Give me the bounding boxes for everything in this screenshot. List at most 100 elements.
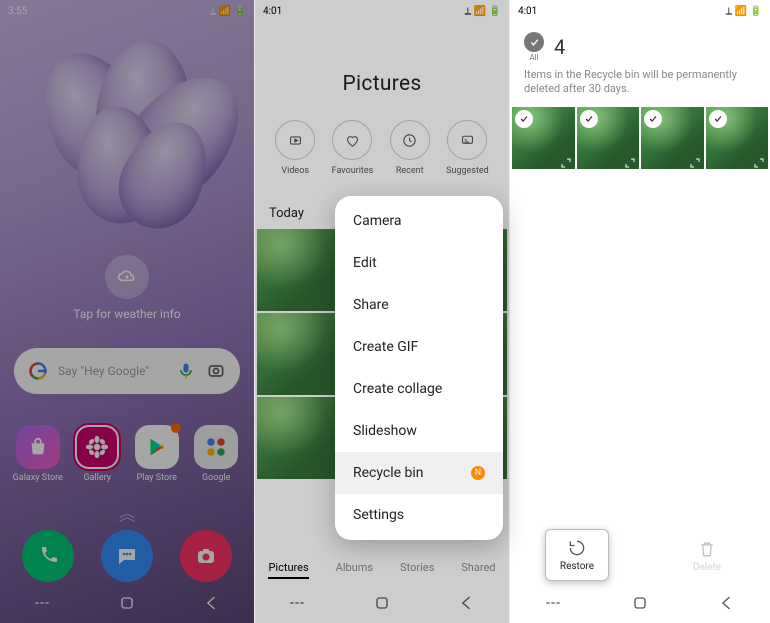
nav-recents[interactable] (543, 593, 563, 617)
weather-widget[interactable]: Tap for weather info (0, 255, 254, 321)
nav-back[interactable] (717, 593, 737, 617)
cloud-plus-icon (105, 255, 149, 299)
app-label: Gallery (83, 473, 111, 483)
nav-back[interactable] (457, 593, 477, 617)
app-galaxy-store[interactable]: Galaxy Store (10, 425, 66, 483)
nav-home[interactable] (630, 593, 650, 617)
check-icon (709, 110, 727, 128)
selected-thumbnails (510, 107, 770, 170)
bottom-tabs: Pictures Albums Stories Shared (255, 553, 509, 587)
category-videos[interactable]: Videos (275, 120, 315, 176)
photo-thumb[interactable] (257, 313, 339, 395)
action-bar: Restore Delete (510, 523, 770, 587)
photo-thumb[interactable] (512, 107, 575, 170)
dock-messages[interactable] (99, 530, 155, 582)
photo-thumb[interactable] (257, 397, 339, 479)
app-play-store[interactable]: Play Store (129, 425, 185, 483)
expand-icon[interactable] (624, 154, 636, 166)
lens-icon[interactable] (206, 361, 226, 381)
weather-hint-text: Tap for weather info (0, 307, 254, 321)
status-bar: 3:55 ⟂ 📶 🔋 (0, 0, 254, 22)
photo-thumb[interactable] (577, 107, 640, 170)
menu-settings[interactable]: Settings (335, 494, 503, 536)
suggested-icon (447, 120, 487, 160)
status-time: 4:01 (518, 6, 537, 17)
play-store-icon (135, 425, 179, 469)
app-label: Play Store (137, 473, 177, 483)
status-right-icons: ⟂ 📶 🔋 (725, 6, 762, 17)
status-bar: 4:01 ⟂ 📶 🔋 (255, 0, 509, 22)
nav-recents[interactable] (287, 593, 307, 617)
delete-button[interactable]: Delete (679, 531, 735, 581)
status-right-icons: ⟂ 📶 🔋 (209, 6, 246, 17)
galaxy-store-icon (16, 425, 60, 469)
photo-thumb[interactable] (706, 107, 769, 170)
recycle-bin-screen: 4:01 ⟂ 📶 🔋 All 4 Items in the Recycle bi… (510, 0, 770, 623)
camera-icon (180, 530, 232, 582)
app-shortcuts-row: Galaxy Store Gallery Play Store Google (0, 425, 254, 483)
dock-camera[interactable] (178, 530, 234, 582)
check-icon (580, 110, 598, 128)
google-search-bar[interactable]: Say "Hey Google" (14, 348, 240, 394)
status-time: 4:01 (263, 6, 282, 17)
heart-icon (332, 120, 372, 160)
expand-icon[interactable] (753, 154, 765, 166)
check-icon (524, 32, 544, 52)
gallery-icon (75, 425, 119, 469)
gallery-pictures-screen: 4:01 ⟂ 📶 🔋 Pictures Videos Favourites Re… (254, 0, 510, 623)
select-all-toggle[interactable]: All (524, 32, 544, 62)
photo-thumb[interactable] (257, 229, 339, 311)
check-icon (644, 110, 662, 128)
status-right-icons: ⟂ 📶 🔋 (464, 6, 501, 17)
restore-icon (567, 538, 587, 558)
new-badge-icon: N (471, 466, 485, 480)
status-bar: 4:01 ⟂ 📶 🔋 (510, 0, 770, 22)
menu-recycle-bin[interactable]: Recycle binN (335, 452, 503, 494)
tab-albums[interactable]: Albums (336, 561, 373, 579)
app-label: Google (202, 473, 230, 483)
page-title: Pictures (255, 72, 509, 96)
expand-icon[interactable] (689, 154, 701, 166)
category-row: Videos Favourites Recent Suggested (267, 120, 497, 176)
menu-slideshow[interactable]: Slideshow (335, 410, 503, 452)
nav-bar (510, 587, 770, 623)
mic-icon[interactable] (176, 361, 196, 381)
nav-recents[interactable] (32, 593, 52, 617)
tab-stories[interactable]: Stories (400, 561, 434, 579)
select-all-label: All (529, 53, 538, 62)
restore-button[interactable]: Restore (545, 529, 609, 581)
clock-icon (390, 120, 430, 160)
tab-pictures[interactable]: Pictures (268, 561, 308, 579)
photo-thumb[interactable] (641, 107, 704, 170)
dock-phone[interactable] (20, 530, 76, 582)
google-folder-icon (194, 425, 238, 469)
category-recent[interactable]: Recent (390, 120, 430, 176)
tab-shared[interactable]: Shared (461, 561, 495, 579)
nav-bar (0, 587, 254, 623)
home-screen: 3:55 ⟂ 📶 🔋 Tap for weather info Say "Hey… (0, 0, 254, 623)
nav-bar (255, 587, 509, 623)
nav-home[interactable] (117, 593, 137, 617)
expand-icon[interactable] (560, 154, 572, 166)
google-logo-icon (28, 361, 48, 381)
menu-create-gif[interactable]: Create GIF (335, 326, 503, 368)
menu-create-collage[interactable]: Create collage (335, 368, 503, 410)
category-favourites[interactable]: Favourites (332, 120, 374, 176)
menu-camera[interactable]: Camera (335, 200, 503, 242)
nav-home[interactable] (372, 593, 392, 617)
app-google-folder[interactable]: Google (188, 425, 244, 483)
app-gallery[interactable]: Gallery (69, 425, 125, 483)
wallpaper-flower (17, 40, 237, 240)
app-drawer-handle[interactable] (116, 510, 138, 520)
messages-icon (101, 530, 153, 582)
status-time: 3:55 (8, 6, 27, 17)
phone-icon (22, 530, 74, 582)
menu-share[interactable]: Share (335, 284, 503, 326)
category-suggested[interactable]: Suggested (446, 120, 489, 176)
selected-count: 4 (554, 35, 565, 59)
videos-icon (275, 120, 315, 160)
menu-edit[interactable]: Edit (335, 242, 503, 284)
favorites-dock (0, 530, 254, 582)
nav-back[interactable] (202, 593, 222, 617)
check-icon (515, 110, 533, 128)
